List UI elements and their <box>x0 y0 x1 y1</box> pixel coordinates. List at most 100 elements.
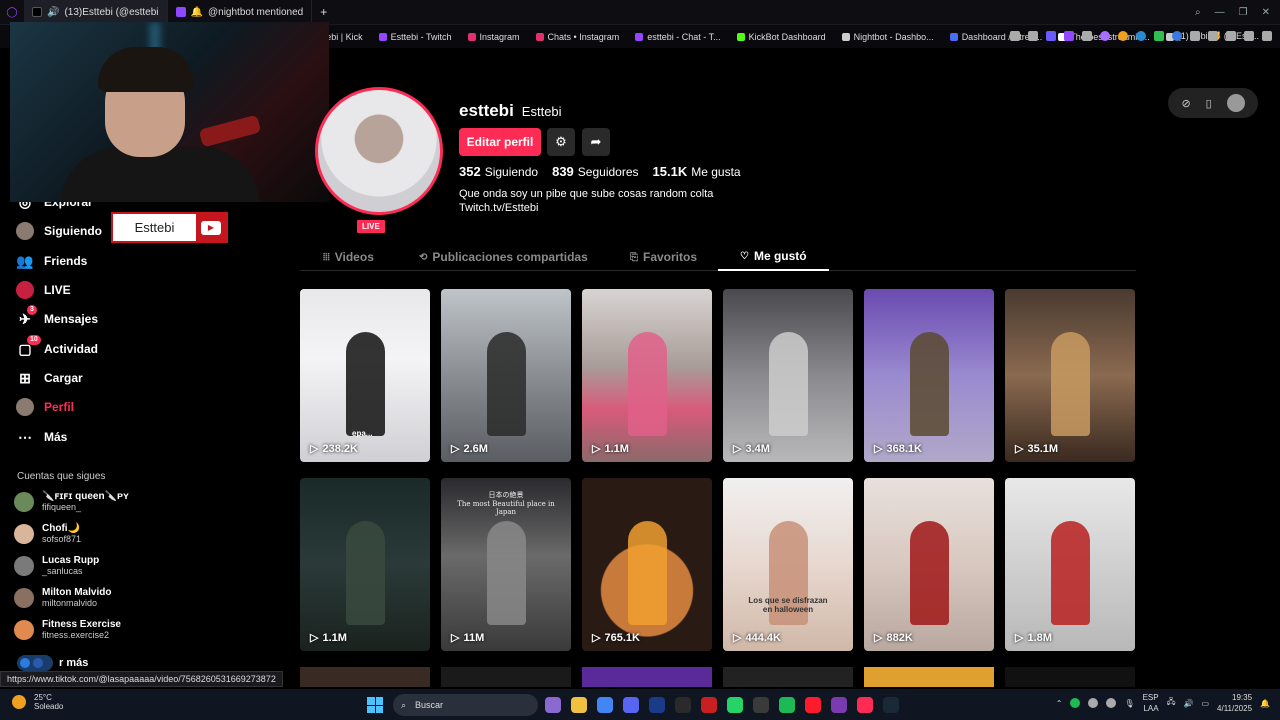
close-icon[interactable]: ✕ <box>1262 7 1270 18</box>
video-thumbnail[interactable]: ▷ 765.1K <box>582 478 712 651</box>
extension-icon[interactable] <box>1172 31 1182 41</box>
edit-profile-button[interactable]: Editar perfil <box>459 128 541 156</box>
taskbar-app-icon[interactable] <box>545 697 561 713</box>
sidebar-item-friends[interactable]: 👥 Friends <box>16 252 87 270</box>
tab-videos[interactable]: ⦙⦙⦙ Videos <box>323 243 374 271</box>
video-thumbnail[interactable]: ▷ 3.4M <box>723 289 853 462</box>
tray-icon[interactable] <box>1106 698 1117 708</box>
sidebar-item-live[interactable]: ● LIVE <box>16 281 71 299</box>
taskbar-app-icon[interactable] <box>623 697 639 713</box>
speaker-icon[interactable]: 🔊 <box>47 7 59 18</box>
taskbar-app-icon[interactable] <box>675 697 691 713</box>
battery-icon[interactable]: ▭ <box>1201 699 1209 708</box>
browser-tab-twitch[interactable]: 🔔 @nightbot mentioned <box>168 0 313 24</box>
tray-chevron-icon[interactable]: ⌃ <box>1056 699 1063 708</box>
tab-favoritos[interactable]: ⎘ Favoritos <box>630 243 697 271</box>
extension-icon[interactable] <box>1028 31 1038 41</box>
microphone-icon[interactable]: 🎙 <box>1124 699 1134 708</box>
bookmark-item[interactable]: Esttebi - Twitch <box>371 31 460 42</box>
taskbar-app-icon[interactable] <box>805 697 821 713</box>
bio-link[interactable]: Twitch.tv/Esttebi <box>459 201 713 215</box>
tab-me-gust-[interactable]: ♡ Me gustó <box>718 243 829 271</box>
taskbar-app-icon[interactable] <box>649 697 665 713</box>
tray-icon[interactable] <box>1088 698 1099 708</box>
sidebar-item-perfil[interactable]: ● Perfil <box>16 398 74 416</box>
extension-icon[interactable] <box>1154 31 1164 41</box>
sidebar-item-siguiendo[interactable]: ● Siguiendo <box>16 222 102 240</box>
download-icon[interactable] <box>1226 31 1236 41</box>
bookmark-item[interactable]: KickBot Dashboard <box>729 31 834 42</box>
extension-icon[interactable] <box>1190 31 1200 41</box>
video-thumbnail[interactable]: ▷ 1.1M <box>582 289 712 462</box>
video-thumbnail[interactable]: Los que se disfrazan en halloween ▷ 444.4K <box>723 478 853 651</box>
taskbar-app-icon[interactable] <box>571 697 587 713</box>
taskbar-app-icon[interactable] <box>727 697 743 713</box>
share-button[interactable]: ➦ <box>582 128 610 156</box>
tab-publicaciones-compartidas[interactable]: ⟲ Publicaciones compartidas <box>419 243 588 271</box>
new-tab-button[interactable]: + <box>312 5 335 19</box>
browser-menu-icon[interactable]: ◯ <box>0 7 24 18</box>
search-tabs-icon[interactable]: ⌕ <box>1195 7 1201 18</box>
following-account[interactable]: Chofi🌙 sofsof871 <box>14 523 81 544</box>
extension-icon[interactable] <box>1010 31 1020 41</box>
video-thumbnail[interactable]: ▷ 368.1K <box>864 289 994 462</box>
video-thumbnail[interactable]: epa... ▷ 238.2K <box>300 289 430 462</box>
spotify-tray-icon[interactable] <box>1070 698 1081 708</box>
minimize-icon[interactable]: — <box>1215 7 1225 18</box>
browser-tab-tiktok[interactable]: 🔊 (13)Esttebi (@esttebi <box>24 0 168 24</box>
profile-avatar[interactable] <box>315 87 443 215</box>
taskbar-app-icon[interactable] <box>701 697 717 713</box>
extension-icon[interactable] <box>1208 31 1218 41</box>
account-avatar[interactable] <box>1226 94 1245 112</box>
extension-icon[interactable] <box>1064 31 1074 41</box>
input-language[interactable]: ESP LAA <box>1143 692 1159 714</box>
taskbar-app-icon[interactable] <box>753 697 769 713</box>
following-account[interactable]: Milton Malvido miltonmalvido <box>14 587 111 608</box>
notifications-icon[interactable]: 🔔 <box>1260 699 1270 708</box>
extension-icon[interactable] <box>1118 31 1128 41</box>
extension-icon[interactable] <box>1244 31 1254 41</box>
bookmark-item[interactable]: esttebi - Chat - T... <box>627 31 728 42</box>
bookmark-item[interactable]: Nightbot - Dashbo... <box>834 31 942 42</box>
following-account[interactable]: 🔪ꜰɪꜰɪ queen🔪ᴘʏ fifiqueen_ <box>14 491 129 512</box>
video-thumbnail[interactable]: 日本の絶景 The most Beautiful place in Japan ▷… <box>441 478 571 651</box>
video-thumbnail[interactable]: ▷ 882K <box>864 478 994 651</box>
sidebar-item-actividad[interactable]: ▢ 10 Actividad <box>16 335 98 358</box>
volume-icon[interactable]: 🔊 <box>1184 699 1194 708</box>
settings-button[interactable]: ⚙ <box>547 128 575 156</box>
network-icon[interactable]: 🖧 <box>1167 696 1176 710</box>
bookmark-item[interactable]: Chats • Instagram <box>528 31 628 42</box>
taskbar-search[interactable]: ⌕ Buscar <box>393 694 538 716</box>
taskbar-app-icon[interactable] <box>883 697 899 713</box>
stat-followers[interactable]: 839 Seguidores <box>552 164 638 179</box>
phone-icon[interactable]: ▯ <box>1206 97 1212 110</box>
extension-icon[interactable] <box>1100 31 1110 41</box>
taskbar-app-icon[interactable] <box>857 697 873 713</box>
extension-icon[interactable] <box>1082 31 1092 41</box>
maximize-icon[interactable]: ❐ <box>1239 7 1248 18</box>
weather-widget[interactable]: 25°C Soleado <box>12 693 63 711</box>
video-thumbnail[interactable]: ▷ 35.1M <box>1005 289 1135 462</box>
live-badge[interactable]: LIVE <box>355 218 387 235</box>
sidebar-item-m-s[interactable]: ⋯ Más <box>16 428 67 446</box>
windows-start-icon[interactable] <box>367 697 383 713</box>
following-account[interactable]: Lucas Rupp _sanlucas <box>14 555 99 576</box>
video-thumbnail[interactable]: ▷ 2.6M <box>441 289 571 462</box>
bookmark-favicon-icon <box>841 32 850 41</box>
clock[interactable]: 19:35 4/11/2025 <box>1217 692 1252 714</box>
see-more-button[interactable]: r más <box>17 655 88 671</box>
following-account[interactable]: Fitness Exercise fitness.exercise2 <box>14 619 121 640</box>
coins-icon[interactable]: ⊘ <box>1181 97 1190 110</box>
video-thumbnail[interactable]: ▷ 1.8M <box>1005 478 1135 651</box>
stat-following[interactable]: 352 Siguiendo <box>459 164 538 179</box>
bookmark-item[interactable]: Instagram <box>460 31 528 42</box>
taskbar-app-icon[interactable] <box>779 697 795 713</box>
extension-icon[interactable] <box>1136 31 1146 41</box>
taskbar-app-icon[interactable] <box>597 697 613 713</box>
taskbar-app-icon[interactable] <box>831 697 847 713</box>
extension-icon[interactable] <box>1046 31 1056 41</box>
extension-icon[interactable] <box>1262 31 1272 41</box>
sidebar-item-cargar[interactable]: ⊞ Cargar <box>16 369 83 387</box>
video-thumbnail[interactable]: ▷ 1.1M <box>300 478 430 651</box>
sidebar-item-mensajes[interactable]: ✈ 3 Mensajes <box>16 305 98 328</box>
